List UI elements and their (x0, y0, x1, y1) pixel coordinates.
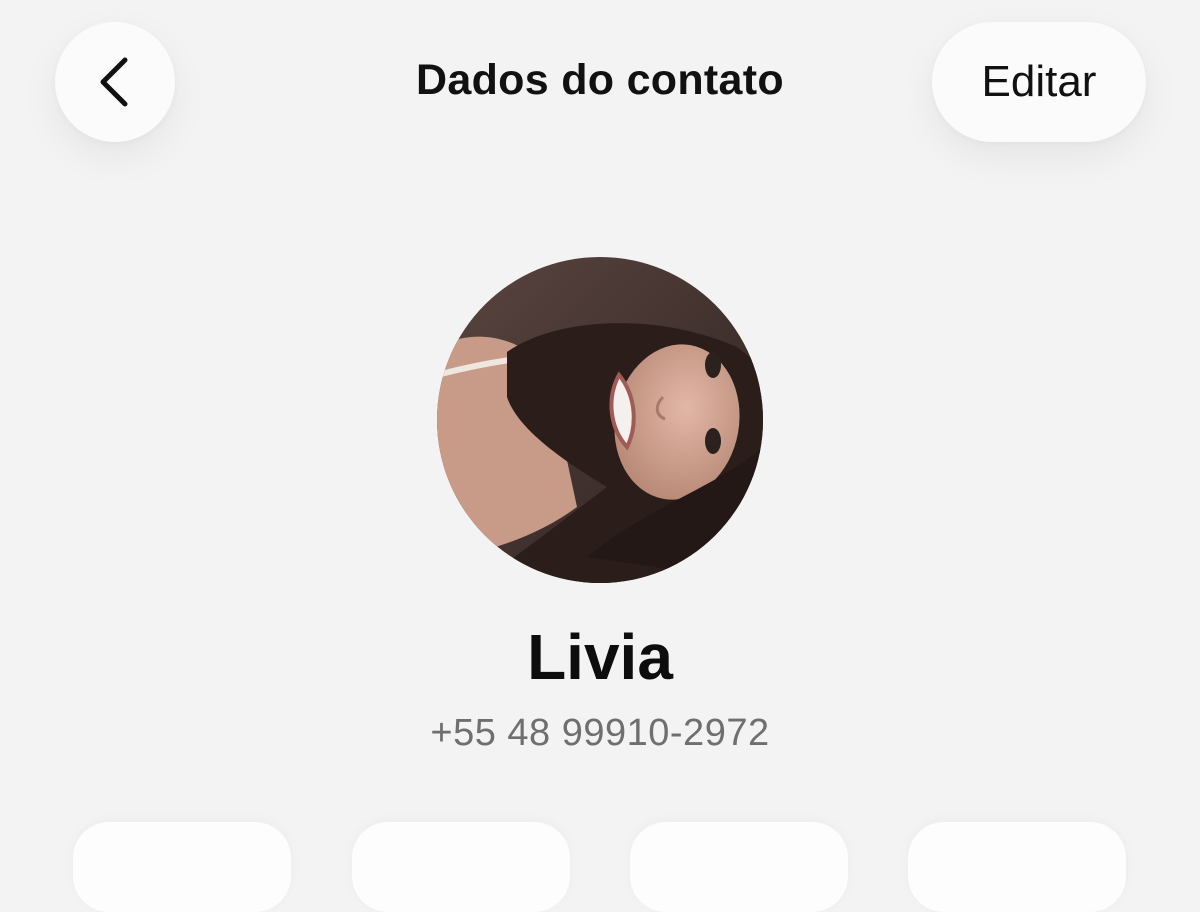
action-card-2[interactable] (352, 822, 570, 912)
action-card-4[interactable] (908, 822, 1126, 912)
action-card-3[interactable] (630, 822, 848, 912)
avatar[interactable] (437, 257, 763, 583)
contact-name: Livia (527, 621, 673, 693)
edit-button[interactable]: Editar (932, 22, 1146, 142)
contact-phone: +55 48 99910-2972 (430, 712, 770, 754)
action-card-1[interactable] (73, 822, 291, 912)
